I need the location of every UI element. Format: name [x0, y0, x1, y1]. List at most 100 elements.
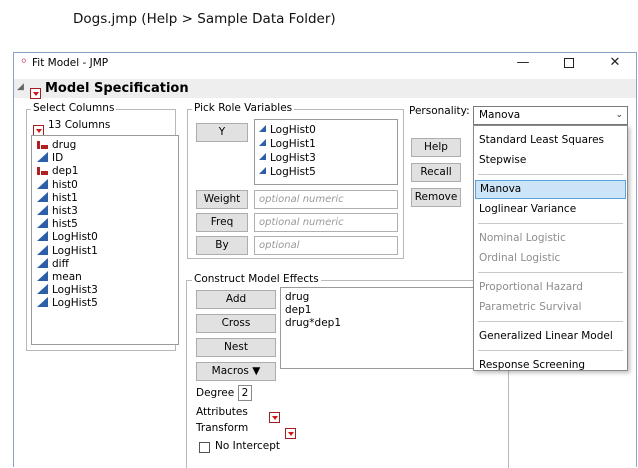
column-item[interactable]: hist0: [37, 178, 178, 192]
nest-button[interactable]: Nest: [196, 338, 276, 357]
continuous-column-icon: [37, 152, 48, 163]
no-intercept-checkbox[interactable]: [199, 442, 210, 453]
weight-field[interactable]: optional numeric: [254, 190, 398, 209]
menu-separator: [478, 223, 623, 224]
y-role-item[interactable]: LogHist1: [259, 137, 397, 151]
remove-button[interactable]: Remove: [411, 188, 461, 207]
column-item[interactable]: dep1: [37, 165, 178, 178]
column-item[interactable]: hist5: [37, 218, 178, 231]
model-effect-item[interactable]: dep1: [285, 304, 500, 317]
model-effects-list[interactable]: drug dep1 drug*dep1: [280, 287, 501, 369]
model-effect-item[interactable]: drug*dep1: [285, 317, 500, 330]
y-role-item[interactable]: LogHist5: [259, 165, 397, 179]
column-item[interactable]: LogHist0: [37, 231, 178, 244]
column-item[interactable]: mean: [37, 270, 178, 284]
pick-roles-label: Pick Role Variables: [192, 102, 295, 114]
columns-count: 13 Columns: [48, 119, 111, 131]
column-item[interactable]: drug: [37, 139, 178, 152]
column-name: ID: [52, 152, 64, 165]
continuous-column-icon: [37, 270, 48, 281]
freq-field[interactable]: optional numeric: [254, 213, 398, 232]
continuous-column-icon: [37, 244, 48, 255]
red-triangle-menu-icon[interactable]: [30, 88, 41, 99]
column-item[interactable]: LogHist5: [37, 297, 178, 310]
column-name: hist5: [52, 218, 78, 231]
menu-separator: [478, 321, 623, 322]
column-list[interactable]: drug ID dep1 hist0 hist1 hist3 hist5 LogHist0 Lo…: [31, 135, 179, 345]
y-role-item[interactable]: LogHist3: [259, 151, 397, 165]
continuous-column-icon: [37, 204, 48, 215]
column-name: LogHist5: [52, 297, 98, 310]
y-role-name: LogHist0: [270, 124, 316, 136]
column-name: hist1: [52, 191, 78, 204]
disclosure-icon[interactable]: ◢: [17, 82, 24, 92]
continuous-column-icon: [37, 297, 48, 308]
personality-option: Ordinal Logistic: [479, 252, 561, 264]
personality-dropdown[interactable]: Standard Least Squares Stepwise Manova Logl…: [473, 125, 628, 371]
continuous-column-icon: [37, 178, 48, 189]
nominal-column-icon: [37, 139, 48, 149]
continuous-column-icon: [259, 139, 266, 146]
continuous-column-icon: [259, 125, 266, 132]
recall-button[interactable]: Recall: [411, 163, 461, 182]
close-button[interactable]: ✕: [598, 53, 632, 75]
by-role-button[interactable]: By: [196, 236, 248, 255]
model-effect-item[interactable]: drug: [285, 291, 500, 304]
add-button[interactable]: Add: [196, 290, 276, 309]
y-role-name: LogHist3: [270, 152, 316, 164]
column-name: hist3: [52, 204, 78, 217]
macros-button[interactable]: Macros ▼: [196, 362, 276, 381]
continuous-column-icon: [259, 153, 266, 160]
column-name: diff: [52, 257, 69, 270]
personality-option[interactable]: Standard Least Squares: [475, 131, 626, 150]
window-title: Fit Model - JMP: [32, 57, 109, 69]
degree-input[interactable]: 2: [238, 385, 252, 401]
attributes-label: Attributes: [196, 406, 248, 418]
title-bar: ⚪ Fit Model - JMP — ✕: [14, 53, 636, 75]
personality-option[interactable]: Stepwise: [475, 151, 626, 170]
menu-separator: [478, 174, 623, 175]
column-item[interactable]: diff: [37, 257, 178, 271]
model-spec-outline: ◢ Model Specification: [14, 79, 636, 99]
no-intercept-label: No Intercept: [215, 440, 281, 452]
column-name: LogHist3: [52, 284, 98, 297]
y-role-list[interactable]: LogHist0 LogHist1 LogHist3 LogHist5: [254, 119, 398, 185]
minimize-button[interactable]: —: [506, 53, 540, 75]
column-item[interactable]: hist3: [37, 204, 178, 218]
attributes-red-triangle-icon[interactable]: [269, 412, 281, 423]
by-field[interactable]: optional: [254, 236, 398, 255]
personality-selected-value: Manova: [479, 109, 521, 121]
y-role-item[interactable]: LogHist0: [259, 123, 397, 137]
column-item[interactable]: hist1: [37, 191, 178, 205]
nominal-column-icon: [37, 165, 48, 176]
column-name: hist0: [52, 178, 78, 191]
continuous-column-icon: [37, 231, 48, 242]
column-item[interactable]: LogHist1: [37, 244, 178, 258]
personality-option[interactable]: Manova: [475, 180, 626, 199]
personality-option[interactable]: Generalized Linear Model: [475, 327, 626, 346]
transform-red-triangle-icon[interactable]: [285, 428, 297, 439]
chevron-down-icon: ⌄: [615, 110, 623, 120]
column-item[interactable]: ID: [37, 152, 178, 165]
transform-label: Transform: [196, 422, 249, 434]
menu-separator: [478, 350, 623, 351]
maximize-button[interactable]: [552, 53, 586, 75]
personality-select[interactable]: Manova ⌄: [473, 106, 628, 125]
cross-button[interactable]: Cross: [196, 314, 276, 333]
weight-role-button[interactable]: Weight: [196, 190, 248, 209]
continuous-column-icon: [37, 284, 48, 295]
personality-option: Parametric Survival: [479, 301, 582, 313]
freq-role-button[interactable]: Freq: [196, 213, 248, 232]
y-role-name: LogHist5: [270, 166, 316, 178]
column-name: mean: [52, 270, 82, 283]
personality-option: Nominal Logistic: [479, 232, 566, 244]
help-button[interactable]: Help: [411, 138, 461, 157]
continuous-column-icon: [37, 257, 48, 268]
column-item[interactable]: LogHist3: [37, 284, 178, 297]
personality-option[interactable]: Loglinear Variance: [475, 200, 626, 219]
select-columns-label: Select Columns: [31, 102, 117, 114]
personality-option[interactable]: Response Screening: [475, 356, 626, 375]
personality-option: Proportional Hazard: [479, 281, 583, 293]
y-role-button[interactable]: Y: [196, 123, 248, 142]
construct-effects-label: Construct Model Effects: [192, 273, 321, 285]
